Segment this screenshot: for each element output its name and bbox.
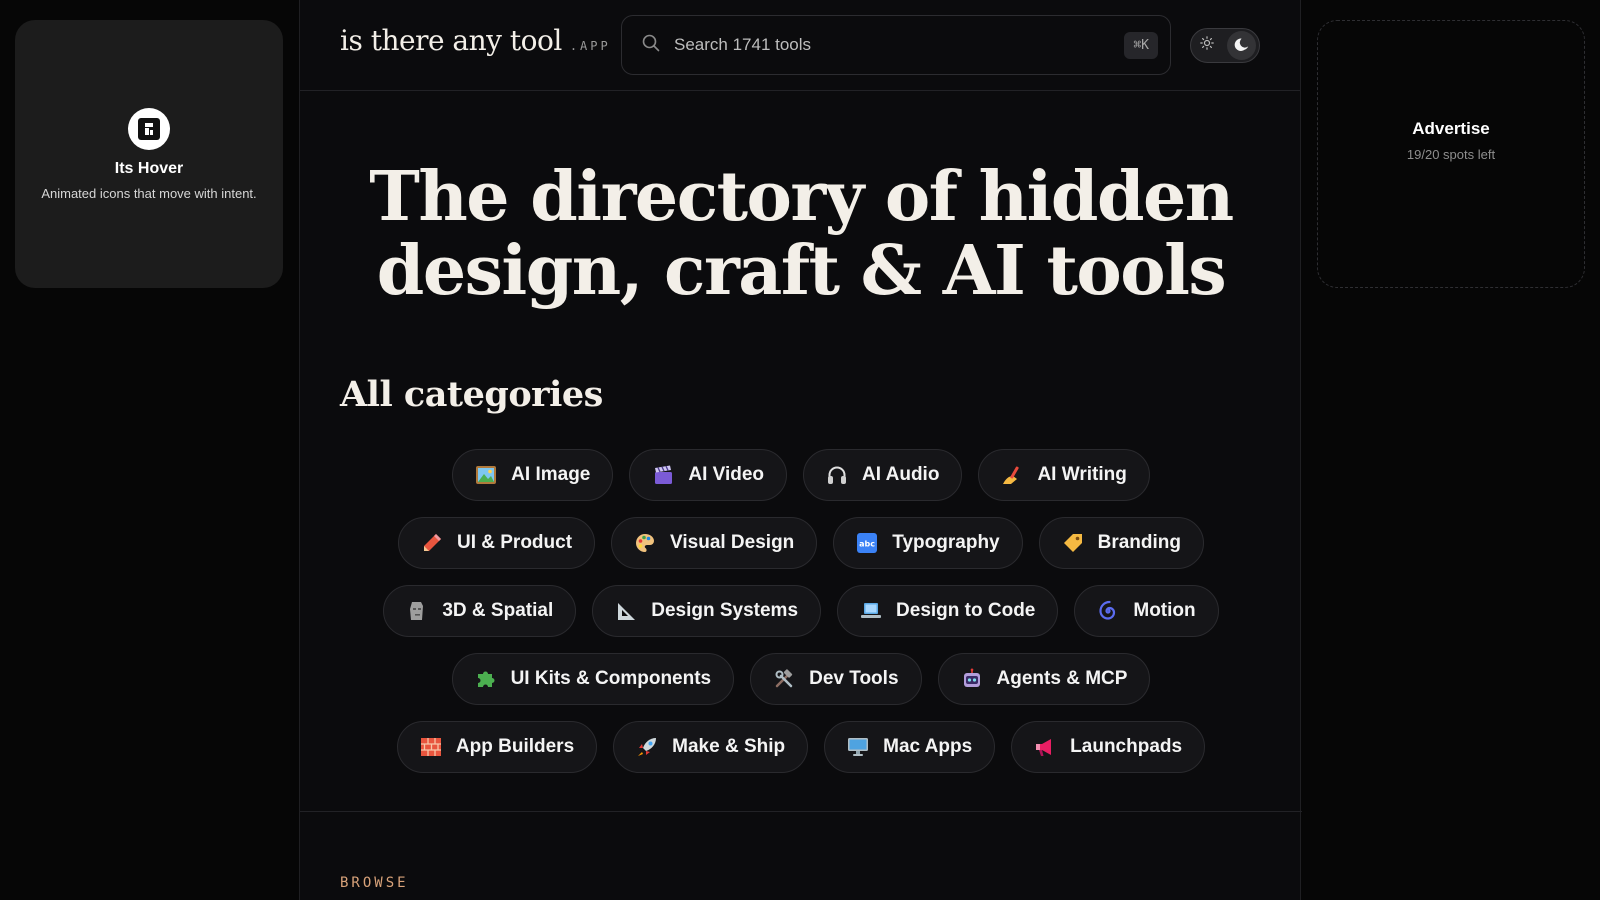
section-divider: [300, 811, 1302, 812]
category-chip-visual-design[interactable]: Visual Design: [611, 517, 818, 569]
sponsor-description: Animated icons that move with intent.: [41, 185, 257, 201]
category-list: AI Image AI Video AI Audio AI Writing UI…: [300, 449, 1302, 789]
sun-icon: [1200, 36, 1214, 55]
brand-logo-link[interactable]: is there any tool .APP: [340, 24, 611, 57]
category-chip-mac-apps[interactable]: Mac Apps: [824, 721, 996, 773]
category-label: Visual Design: [670, 532, 795, 553]
category-row: UI Kits & Components Dev Tools Agents & …: [300, 653, 1302, 705]
category-chip-make-ship[interactable]: Make & Ship: [613, 721, 809, 773]
category-chip-ai-image[interactable]: AI Image: [452, 449, 614, 501]
laptop-icon: [860, 600, 882, 622]
category-chip-agents-mcp[interactable]: Agents & MCP: [937, 653, 1151, 705]
advertise-spots-left: 19/20 spots left: [1406, 146, 1496, 162]
writing-hand-icon: [1001, 464, 1023, 486]
robot-icon: [961, 668, 983, 690]
category-label: UI & Product: [456, 532, 573, 553]
category-label: Make & Ship: [672, 736, 786, 757]
hero-line-1: The directory of hidden: [369, 157, 1234, 237]
bricks-icon: [420, 736, 442, 758]
moon-icon: [1227, 31, 1256, 60]
svg-text:abc: abc: [859, 540, 875, 549]
category-chip-dev-tools[interactable]: Dev Tools: [750, 653, 922, 705]
framed-picture-icon: [475, 464, 497, 486]
category-label: AI Audio: [862, 464, 940, 485]
category-label: AI Writing: [1037, 464, 1127, 485]
category-label: Design Systems: [651, 600, 799, 621]
category-row: UI & Product Visual Design abc Typograph…: [300, 517, 1302, 569]
brand-suffix: .APP: [569, 39, 611, 53]
category-label: Typography: [892, 532, 1000, 553]
hero-headline: The directory of hidden design, craft & …: [300, 160, 1302, 308]
advertise-card[interactable]: Advertise 19/20 spots left: [1317, 20, 1585, 288]
categories-heading: All categories: [340, 374, 603, 415]
advertise-title: Advertise: [1412, 118, 1490, 138]
category-chip-branding[interactable]: Branding: [1038, 517, 1205, 569]
theme-toggle[interactable]: [1190, 28, 1260, 63]
category-chip-typography[interactable]: abc Typography: [833, 517, 1023, 569]
cyclone-icon: [1097, 600, 1119, 622]
sponsor-logo-icon: [128, 107, 170, 150]
category-chip-design-systems[interactable]: Design Systems: [592, 585, 822, 637]
sponsor-name: Its Hover: [114, 159, 184, 177]
clapper-board-icon: [652, 464, 674, 486]
category-chip-ai-video[interactable]: AI Video: [629, 449, 788, 501]
category-chip-ai-audio[interactable]: AI Audio: [803, 449, 963, 501]
sponsor-card[interactable]: Its Hover Animated icons that move with …: [15, 20, 283, 288]
category-label: Agents & MCP: [996, 668, 1128, 689]
search-box[interactable]: ⌘K: [621, 15, 1171, 75]
main-column: is there any tool .APP ⌘K: [299, 0, 1302, 900]
artist-palette-icon: [634, 532, 656, 554]
category-label: Mac Apps: [883, 736, 973, 757]
header: is there any tool .APP ⌘K: [300, 0, 1300, 91]
keyboard-shortcut-badge: ⌘K: [1124, 31, 1158, 59]
category-chip-ai-writing[interactable]: AI Writing: [978, 449, 1150, 501]
category-chip-3d-spatial[interactable]: 3D & Spatial: [383, 585, 577, 637]
category-label: Motion: [1133, 600, 1196, 621]
moai-statue-icon: [406, 600, 428, 622]
category-label: Launchpads: [1070, 736, 1183, 757]
puzzle-piece-icon: [475, 668, 497, 690]
page-root: Its Hover Animated icons that move with …: [0, 0, 1600, 900]
label-tag-icon: [1062, 532, 1084, 554]
category-label: Dev Tools: [809, 668, 899, 689]
hero-line-2: design, craft & AI tools: [376, 231, 1227, 311]
pencil-icon: [421, 532, 443, 554]
category-label: 3D & Spatial: [442, 600, 554, 621]
category-chip-launchpads[interactable]: Launchpads: [1011, 721, 1206, 773]
category-label: UI Kits & Components: [510, 668, 712, 689]
brand-name: is there any tool: [340, 24, 562, 57]
search-input[interactable]: [674, 35, 1125, 55]
category-row: App Builders Make & Ship Mac Apps Launch…: [300, 721, 1302, 773]
hammer-wrench-icon: [773, 668, 795, 690]
category-label: Branding: [1097, 532, 1182, 553]
category-chip-design-to-code[interactable]: Design to Code: [837, 585, 1059, 637]
rocket-icon: [636, 736, 658, 758]
search-icon: [642, 34, 660, 57]
category-row: 3D & Spatial Design Systems Design to Co…: [300, 585, 1302, 637]
category-row: AI Image AI Video AI Audio AI Writing: [300, 449, 1302, 501]
abc-letters-icon: abc: [856, 532, 878, 554]
desktop-computer-icon: [847, 736, 869, 758]
category-chip-motion[interactable]: Motion: [1074, 585, 1219, 637]
category-label: AI Image: [511, 464, 591, 485]
headphones-icon: [826, 464, 848, 486]
triangular-ruler-icon: [615, 600, 637, 622]
category-label: App Builders: [455, 736, 575, 757]
browse-section-label: BROWSE: [340, 875, 409, 891]
category-label: AI Video: [688, 464, 765, 485]
category-chip-ui-kits-components[interactable]: UI Kits & Components: [451, 653, 735, 705]
category-label: Design to Code: [896, 600, 1036, 621]
category-chip-app-builders[interactable]: App Builders: [396, 721, 598, 773]
category-chip-ui-product[interactable]: UI & Product: [397, 517, 596, 569]
megaphone-icon: [1034, 736, 1056, 758]
